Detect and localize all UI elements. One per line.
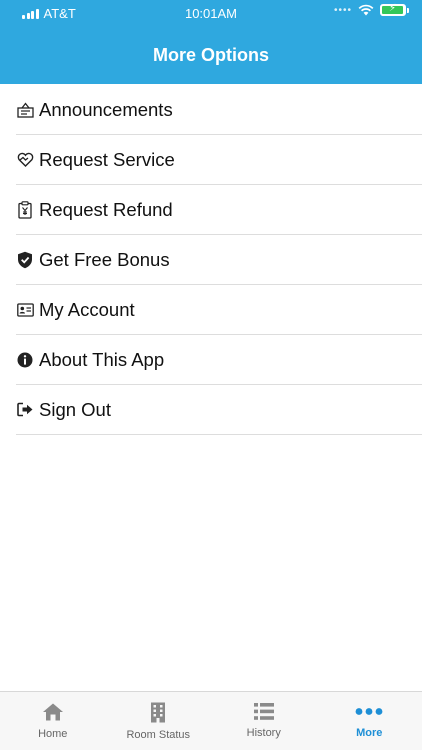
menu-item-sign-out[interactable]: Sign Out [16,385,422,435]
menu-item-announcements[interactable]: Announcements [16,85,422,135]
tab-label: Room Status [126,729,191,741]
tab-history[interactable]: History [211,692,317,750]
menu-item-label: About This App [39,348,165,370]
more-dots-icon [355,708,383,715]
menu-item-label: My Account [39,298,135,320]
options-menu: Announcements Request Service Request Re… [0,85,422,435]
menu-item-my-account[interactable]: My Account [16,285,422,335]
list-icon [253,703,274,720]
status-right: •••• ⚡ [333,3,409,16]
announcement-icon [16,101,34,119]
activity-dots-icon: •••• [333,4,352,16]
menu-item-label: Request Service [39,148,175,170]
menu-item-label: Get Free Bonus [39,248,170,270]
tab-label: More [356,727,383,739]
bottom-tab-bar: Home Room Status History More [0,691,422,750]
tab-room-status[interactable]: Room Status [106,692,212,750]
nav-header: More Options [0,26,422,84]
tab-more[interactable]: More [317,692,422,750]
page-title: More Options [153,44,269,65]
home-icon [42,703,63,721]
battery-icon: ⚡ [380,3,409,16]
menu-item-label: Announcements [39,98,173,120]
menu-item-request-refund[interactable]: Request Refund [16,185,422,235]
wifi-icon [358,4,374,16]
menu-item-label: Request Refund [39,198,173,220]
shield-check-icon [16,251,34,269]
building-icon [151,702,166,723]
id-card-icon [16,301,34,319]
sign-out-icon [16,401,34,419]
menu-item-request-service[interactable]: Request Service [16,135,422,185]
menu-item-get-free-bonus[interactable]: Get Free Bonus [16,235,422,285]
tab-home[interactable]: Home [0,692,106,750]
menu-item-label: Sign Out [39,398,111,420]
tab-label: History [246,727,281,739]
menu-item-about-this-app[interactable]: About This App [16,335,422,385]
status-bar: AT&T 10:01AM •••• ⚡ [0,0,422,26]
refund-clipboard-icon [16,200,34,219]
tab-label: Home [38,728,68,740]
info-icon [16,351,34,369]
service-heart-icon [16,151,34,169]
